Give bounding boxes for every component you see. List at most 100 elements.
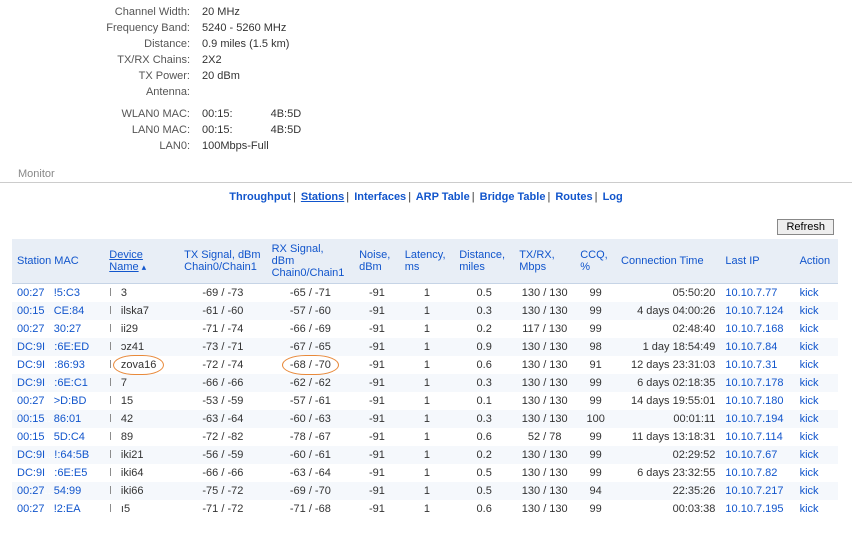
station-mac-link[interactable]: DC:9I (17, 449, 45, 461)
nav-interfaces[interactable]: Interfaces (354, 191, 406, 203)
col-connection-time[interactable]: Connection Time (621, 255, 704, 267)
connection-time-value: 1 day 18:54:49 (616, 338, 720, 356)
col-distance[interactable]: Distance, miles (459, 249, 505, 273)
last-ip-link[interactable]: 10.10.7.180 (725, 395, 783, 407)
last-ip-link[interactable]: 10.10.7.124 (725, 305, 783, 317)
station-mac-link[interactable]: 00:27 (17, 287, 45, 299)
col-rx-signal[interactable]: RX Signal, dBmChain0/Chain1 (272, 243, 349, 279)
kick-link[interactable]: kick (800, 485, 819, 497)
kick-link[interactable]: kick (800, 287, 819, 299)
col-ccq[interactable]: CCQ, % (580, 249, 608, 273)
station-mac-link[interactable]: 54:99 (54, 485, 82, 497)
noise-value: -91 (354, 482, 400, 500)
noise-value: -91 (354, 428, 400, 446)
station-mac-link[interactable]: DC:9I (17, 359, 45, 371)
connection-time-value: 05:50:20 (616, 284, 720, 303)
station-mac-link[interactable]: 00:27 (17, 503, 45, 515)
nav-throughput[interactable]: Throughput (229, 191, 291, 203)
col-txrx[interactable]: TX/RX, Mbps (519, 249, 554, 273)
station-mac-link[interactable]: :6E:C1 (54, 377, 88, 389)
connection-time-value: 6 days 23:32:55 (616, 464, 720, 482)
ccq-value: 94 (575, 482, 616, 500)
last-ip-link[interactable]: 10.10.7.178 (725, 377, 783, 389)
kick-link[interactable]: kick (800, 503, 819, 515)
last-ip-link[interactable]: 10.10.7.77 (725, 287, 777, 299)
last-ip-link[interactable]: 10.10.7.194 (725, 413, 783, 425)
station-mac-link[interactable]: DC:9I (17, 467, 45, 479)
distance-value: 0.1 (454, 392, 514, 410)
kick-link[interactable]: kick (800, 305, 819, 317)
station-mac-link[interactable]: >D:BD (54, 395, 87, 407)
kick-link[interactable]: kick (800, 359, 819, 371)
latency-value: 1 (400, 500, 454, 518)
kick-link[interactable]: kick (800, 431, 819, 443)
nav-log[interactable]: Log (603, 191, 623, 203)
station-mac-link[interactable]: 00:15 (17, 413, 45, 425)
tx-signal-value: -53 / -59 (179, 392, 266, 410)
station-mac-link[interactable]: !:64:5B (54, 449, 89, 461)
station-mac-link[interactable]: DC:9I (17, 341, 45, 353)
distance-value: 0.2 (454, 320, 514, 338)
col-tx-signal[interactable]: TX Signal, dBmChain0/Chain1 (184, 249, 261, 273)
txrx-value: 52 / 78 (514, 428, 575, 446)
kick-link[interactable]: kick (800, 449, 819, 461)
nav-stations[interactable]: Stations (301, 191, 344, 203)
station-mac-link[interactable]: 00:27 (17, 395, 45, 407)
col-device-name[interactable]: Device Name ▴ (109, 249, 146, 273)
col-action[interactable]: Action (800, 255, 831, 267)
station-mac-link[interactable]: 00:27 (17, 323, 45, 335)
station-mac-link[interactable]: !5:C3 (54, 287, 80, 299)
station-mac-link[interactable]: :6E:ED (54, 341, 89, 353)
latency-value: 1 (400, 338, 454, 356)
rx-signal-cell: -62 / -62 (267, 374, 354, 392)
station-mac-link[interactable]: DC:9I (17, 377, 45, 389)
col-last-ip[interactable]: Last IP (725, 255, 759, 267)
table-row: DC:9I...:86:93l zova16-72 / -74-68 / -70… (12, 356, 838, 374)
rx-signal-cell: -60 / -61 (267, 446, 354, 464)
col-station-mac[interactable]: Station MAC (17, 255, 79, 267)
channel-width-label: Channel Width: (0, 4, 190, 20)
col-latency[interactable]: Latency, ms (405, 249, 446, 273)
table-row: 00:27...30:27l ii29-71 / -74-66 / -69-91… (12, 320, 838, 338)
kick-link[interactable]: kick (800, 395, 819, 407)
last-ip-link[interactable]: 10.10.7.67 (725, 449, 777, 461)
tx-signal-value: -73 / -71 (179, 338, 266, 356)
last-ip-link[interactable]: 10.10.7.31 (725, 359, 777, 371)
last-ip-link[interactable]: 10.10.7.195 (725, 503, 783, 515)
last-ip-link[interactable]: 10.10.7.84 (725, 341, 777, 353)
last-ip-link[interactable]: 10.10.7.82 (725, 467, 777, 479)
kick-link[interactable]: kick (800, 377, 819, 389)
refresh-button[interactable]: Refresh (777, 219, 834, 235)
device-name-cell: l ɔz41 (104, 338, 179, 356)
station-mac-link[interactable]: 00:27 (17, 485, 45, 497)
rx-signal-cell: -68 / -70 (267, 356, 354, 374)
last-ip-link[interactable]: 10.10.7.217 (725, 485, 783, 497)
device-name-cell: l iki66 (104, 482, 179, 500)
table-row: 00:15...CE:84l ilska7-61 / -60-57 / -60-… (12, 302, 838, 320)
nav-arp-table[interactable]: ARP Table (416, 191, 470, 203)
station-mac-link[interactable]: 00:15 (17, 305, 45, 317)
station-mac-link[interactable]: :86:93 (54, 359, 85, 371)
last-ip-link[interactable]: 10.10.7.114 (725, 431, 782, 443)
col-noise[interactable]: Noise, dBm (359, 249, 390, 273)
station-mac-link[interactable]: !2:EA (54, 503, 81, 515)
station-mac-link[interactable]: 5D:C4 (54, 431, 85, 443)
kick-link[interactable]: kick (800, 467, 819, 479)
station-mac-link[interactable]: 86:01 (54, 413, 82, 425)
station-mac-link[interactable]: :6E:E5 (54, 467, 87, 479)
kick-link[interactable]: kick (800, 323, 819, 335)
station-mac-link[interactable]: 00:15 (17, 431, 45, 443)
station-mac-link[interactable]: CE:84 (54, 305, 85, 317)
nav-bridge-table[interactable]: Bridge Table (480, 191, 546, 203)
distance-value: 0.2 (454, 446, 514, 464)
station-mac-link[interactable]: 30:27 (54, 323, 82, 335)
kick-link[interactable]: kick (800, 413, 819, 425)
latency-value: 1 (400, 320, 454, 338)
rx-signal-cell: -65 / -71 (267, 284, 354, 303)
device-name-cell: l zova16 (104, 356, 179, 374)
last-ip-link[interactable]: 10.10.7.168 (725, 323, 783, 335)
kick-link[interactable]: kick (800, 341, 819, 353)
ccq-value: 99 (575, 500, 616, 518)
nav-routes[interactable]: Routes (555, 191, 592, 203)
noise-value: -91 (354, 338, 400, 356)
